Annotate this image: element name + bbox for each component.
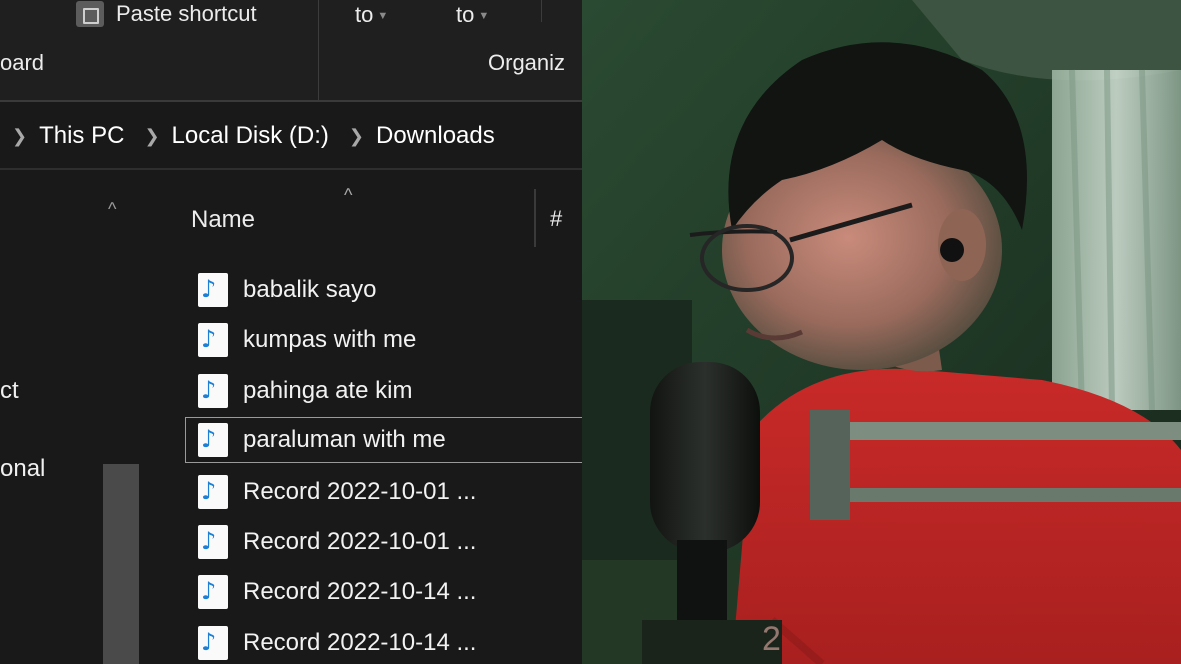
nav-scrollbar-thumb[interactable] [103,464,139,664]
file-row[interactable]: Record 2022-10-01 ... [186,519,582,565]
copy-to-label: to [456,2,475,27]
navigation-pane: ^ ct onal [0,189,140,664]
file-explorer-window: Paste shortcut to ▼ to ▼ oard Organiz ❯ Th… [0,0,582,664]
audio-file-icon [198,374,228,408]
audio-file-icon [198,423,228,457]
move-to-button[interactable]: to ▼ [355,2,388,28]
file-row[interactable]: kumpas with me [186,317,582,363]
audio-file-icon [198,626,228,660]
file-row[interactable]: pahinga ate kim [186,368,582,414]
column-header-number[interactable]: # [550,206,562,232]
audio-file-icon [198,323,228,357]
breadcrumb-downloads[interactable]: Downloads [376,122,495,150]
chevron-right-icon[interactable]: ❯ [144,126,159,147]
chevron-down-icon: ▼ [377,10,389,23]
file-name: Record 2022-10-01 ... [243,528,477,555]
chevron-down-icon: ▼ [478,10,490,23]
breadcrumb-local-disk[interactable]: Local Disk (D:) [172,122,329,150]
column-divider[interactable] [534,189,536,247]
paste-shortcut-icon [76,1,104,27]
file-name: kumpas with me [243,326,417,353]
webcam-feed: 2 [582,0,1181,664]
scroll-up-icon[interactable]: ^ [108,199,116,220]
ribbon-divider [318,0,319,44]
file-name: Record 2022-10-14 ... [243,629,477,656]
file-name: babalik sayo [243,276,377,303]
copy-to-button[interactable]: to ▼ [456,2,489,28]
nav-item-project[interactable]: ct [0,377,19,405]
audio-file-icon [198,575,228,609]
file-list: ^ Name # babalik sayo kumpas with me pah… [148,185,582,664]
column-header-name[interactable]: Name [191,206,255,234]
ribbon-divider [541,0,542,22]
ribbon-toolbar: Paste shortcut to ▼ to ▼ oard Organiz [0,0,582,101]
ribbon-group-divider [318,44,319,101]
nav-item-personal[interactable]: onal [0,455,45,483]
chevron-right-icon: ❯ [12,125,28,146]
paste-shortcut-label: Paste shortcut [116,1,257,26]
file-name: Record 2022-10-14 ... [243,578,477,605]
file-row[interactable]: Record 2022-10-01 ... [186,469,582,515]
breadcrumb-this-pc[interactable]: This PC [39,122,124,150]
file-name: Record 2022-10-01 ... [243,478,477,505]
breadcrumb[interactable]: ❯ This PC ❯ Local Disk (D:) ❯ Downloads [0,104,582,168]
file-name: paraluman with me [243,426,446,453]
organize-group-label: Organiz [488,50,566,75]
move-to-label: to [355,2,374,27]
chevron-right-icon[interactable]: ❯ [349,126,364,147]
file-row[interactable]: Record 2022-10-14 ... [186,569,582,615]
audio-file-icon [198,273,228,307]
clipboard-group-label: oard [0,50,45,75]
sort-ascending-icon: ^ [344,185,353,205]
audio-file-icon [198,525,228,559]
file-name: pahinga ate kim [243,377,413,404]
paste-shortcut-button[interactable]: Paste shortcut [76,0,257,28]
webcam-image: 2 [582,0,1181,664]
file-row[interactable]: babalik sayo [186,267,582,313]
ribbon-bottom-border [0,100,582,102]
shirt-print: 2 [762,620,781,658]
audio-file-icon [198,475,228,509]
file-row[interactable]: Record 2022-10-14 ... [186,620,582,664]
file-row-selected[interactable]: paraluman with me [185,417,582,463]
address-bar-border [0,168,582,170]
